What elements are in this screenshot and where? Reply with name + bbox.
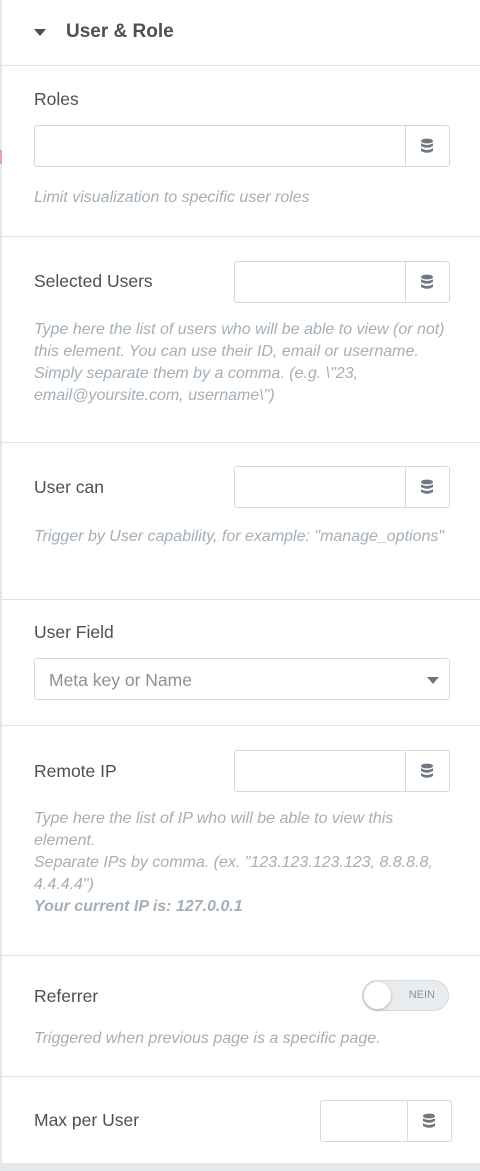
referrer-toggle[interactable]: NEIN — [362, 980, 449, 1011]
roles-input[interactable] — [34, 125, 406, 167]
remote-ip-dynamic-button[interactable] — [406, 750, 450, 792]
user-field-label: User Field — [34, 622, 114, 642]
selected-users-dynamic-button[interactable] — [406, 261, 450, 303]
roles-description: Limit visualization to specific user rol… — [34, 189, 310, 206]
advanced-panel: User & Role Roles Limit visualization to… — [2, 0, 480, 1163]
remote-ip-description: Type here the list of IP who will be abl… — [34, 808, 454, 918]
remote-ip-description-line2: Separate IPs by comma. (ex. "123.123.123… — [34, 854, 433, 893]
current-ip-text: Your current IP is: 127.0.0.1 — [34, 898, 243, 915]
database-icon — [421, 138, 433, 153]
referrer-label: Referrer — [34, 986, 99, 1006]
user-field-select[interactable]: Meta key or Name — [34, 658, 450, 700]
control-remote-ip: Remote IP Type here the list of IP who w… — [2, 726, 480, 956]
toggle-state-label: NEIN — [408, 989, 435, 1001]
control-max-per-user: Max per User — [2, 1077, 480, 1163]
control-referrer: Referrer Triggered when previous page is… — [2, 956, 480, 1077]
edge-marker — [0, 150, 2, 164]
control-user-can: User can Trigger by User capability, for… — [2, 443, 480, 600]
user-can-input[interactable] — [234, 466, 406, 508]
control-user-field: User Field Meta key or Name — [2, 600, 480, 726]
section-header-user-role[interactable]: User & Role — [2, 0, 480, 66]
remote-ip-label: Remote IP — [34, 761, 117, 781]
max-per-user-input[interactable] — [320, 1100, 408, 1142]
section-title: User & Role — [66, 21, 174, 42]
user-field-placeholder: Meta key or Name — [49, 670, 192, 690]
selected-users-input[interactable] — [234, 261, 406, 303]
roles-label: Roles — [34, 89, 79, 109]
caret-down-icon — [427, 677, 439, 684]
caret-down-icon[interactable] — [34, 29, 46, 36]
selected-users-label: Selected Users — [34, 271, 153, 291]
database-icon — [423, 1113, 435, 1128]
remote-ip-description-line1: Type here the list of IP who will be abl… — [34, 810, 394, 849]
control-roles: Roles Limit visualization to specific us… — [2, 66, 480, 237]
user-can-description: Trigger by User capability, for example:… — [34, 528, 445, 545]
toggle-knob — [364, 982, 391, 1009]
database-icon — [421, 274, 433, 289]
max-per-user-label: Max per User — [34, 1110, 140, 1130]
remote-ip-input[interactable] — [234, 750, 406, 792]
user-can-dynamic-button[interactable] — [406, 466, 450, 508]
user-can-label: User can — [34, 477, 105, 497]
database-icon — [421, 479, 433, 494]
selected-users-description: Type here the list of users who will be … — [34, 321, 445, 404]
control-selected-users: Selected Users Type here the list of use… — [2, 237, 480, 443]
max-per-user-dynamic-button[interactable] — [408, 1100, 452, 1142]
roles-dynamic-button[interactable] — [406, 125, 450, 167]
referrer-description: Triggered when previous page is a specif… — [34, 1030, 381, 1047]
database-icon — [421, 763, 433, 778]
